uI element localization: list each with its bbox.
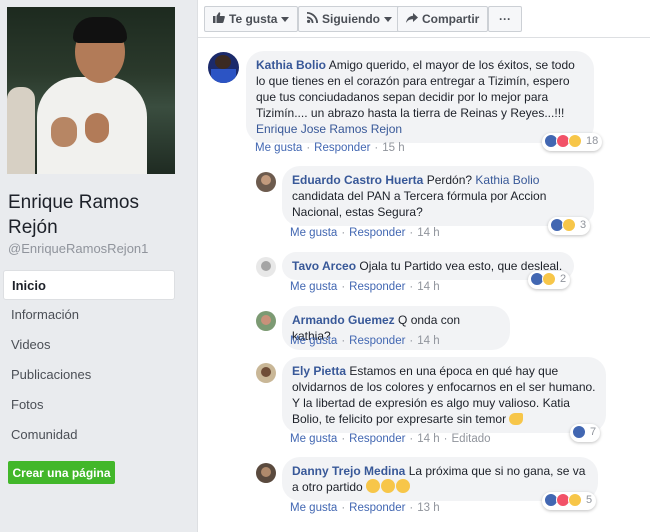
edited-label[interactable]: Editado (452, 433, 491, 445)
comment-like-link[interactable]: Me gusta (290, 502, 337, 514)
comment-timestamp[interactable]: 14 h (417, 433, 439, 445)
comment-like-link[interactable]: Me gusta (290, 227, 337, 239)
comment-bubble: Ely Pietta Estamos en una época en qué h… (282, 357, 606, 433)
comment-like-link[interactable]: Me gusta (290, 281, 337, 293)
profile-photo[interactable] (7, 7, 175, 174)
comment-reply-link[interactable]: Responder (349, 335, 405, 347)
photo-hand (51, 117, 77, 147)
reaction-count: 18 (586, 135, 599, 147)
laughing-emoji-icon (396, 479, 411, 493)
comment-actions: Me gusta · Responder · 14 h (290, 335, 440, 347)
haha-reaction-icon (562, 218, 576, 232)
reaction-count: 5 (586, 494, 593, 506)
like-page-label: Te gusta (229, 12, 278, 26)
avatar[interactable] (256, 363, 276, 383)
avatar[interactable] (256, 257, 276, 277)
avatar[interactable] (256, 311, 276, 331)
comment-bubble: Eduardo Castro Huerta Perdón? Kathia Bol… (282, 166, 594, 226)
comment-timestamp[interactable]: 14 h (417, 335, 439, 347)
comment-actions: Me gusta · Responder · 14 h · Editado (290, 433, 491, 445)
comment-reply-link[interactable]: Responder (349, 502, 405, 514)
comment-mention[interactable]: Kathia Bolio (475, 173, 539, 187)
laughing-emoji-icon (381, 479, 396, 493)
create-page-button[interactable]: Crear una página (8, 461, 115, 484)
reaction-count: 7 (590, 426, 597, 438)
nav-item-fotos[interactable]: Fotos (3, 390, 175, 420)
comment-actions: Me gusta · Responder · 14 h (290, 227, 440, 239)
haha-reaction-icon (542, 272, 556, 286)
nav-item-inicio[interactable]: Inicio (3, 270, 175, 300)
page-name[interactable]: Enrique Ramos Rejón (8, 190, 178, 240)
comment-timestamp[interactable]: 13 h (417, 502, 439, 514)
reaction-count: 3 (580, 219, 587, 231)
comment-timestamp[interactable]: 15 h (382, 142, 404, 154)
photo-hand (85, 113, 109, 143)
comment-timestamp[interactable]: 14 h (417, 281, 439, 293)
chevron-down-icon (281, 17, 290, 23)
share-button[interactable]: Compartir (397, 6, 489, 32)
comment-author[interactable]: Tavo Arceo (292, 259, 356, 273)
comment-like-link[interactable]: Me gusta (255, 142, 302, 154)
comment-reply-link[interactable]: Responder (349, 227, 405, 239)
nav-item-publicaciones[interactable]: Publicaciones (3, 360, 175, 390)
avatar[interactable] (256, 172, 276, 192)
left-column: Enrique Ramos Rejón @EnriqueRamosRejon1 … (0, 0, 185, 532)
reaction-count: 2 (560, 273, 567, 285)
comment-actions: Me gusta · Responder · 15 h (255, 142, 405, 154)
haha-reaction-icon (568, 493, 582, 507)
following-button[interactable]: Siguiendo (298, 6, 401, 32)
wow-reaction-icon (568, 134, 582, 148)
comment-text: Ojala tu Partido vea esto, que desleal. (359, 259, 563, 273)
nav-item-videos[interactable]: Videos (3, 330, 175, 360)
comment-timestamp[interactable]: 14 h (417, 227, 439, 239)
comment-reply-link[interactable]: Responder (349, 433, 405, 445)
share-label: Compartir (422, 12, 480, 26)
comment-like-link[interactable]: Me gusta (290, 433, 337, 445)
chevron-down-icon (384, 17, 392, 23)
comment-like-link[interactable]: Me gusta (290, 335, 337, 347)
reaction-summary[interactable]: 18 (542, 133, 603, 151)
flexed-biceps-emoji-icon (509, 413, 524, 425)
comment-author[interactable]: Eduardo Castro Huerta (292, 173, 423, 187)
comment-text: Perdón? (426, 173, 476, 187)
more-options-button[interactable]: ··· (488, 6, 522, 32)
nav-item-comunidad[interactable]: Comunidad (3, 420, 175, 450)
comment-reply-link[interactable]: Responder (349, 281, 405, 293)
reaction-summary[interactable]: 7 (570, 424, 601, 442)
reaction-summary[interactable]: 3 (548, 217, 591, 235)
comment-bubble: Kathia Bolio Amigo querido, el mayor de … (246, 51, 594, 143)
avatar[interactable] (256, 463, 276, 483)
share-icon (406, 7, 418, 31)
comment-author[interactable]: Armando Guemez (292, 313, 395, 327)
page-action-bar: Te gusta Siguiendo Compartir ··· (198, 0, 650, 38)
reaction-summary[interactable]: 5 (542, 492, 597, 510)
page-handle[interactable]: @EnriqueRamosRejon1 (8, 241, 148, 256)
following-label: Siguiendo (322, 12, 380, 26)
comment-actions: Me gusta · Responder · 14 h (290, 281, 440, 293)
rss-icon (307, 7, 318, 31)
comment-actions: Me gusta · Responder · 13 h (290, 502, 440, 514)
photo-background-person (7, 87, 35, 174)
like-page-button[interactable]: Te gusta (204, 6, 299, 32)
comment-mention[interactable]: Enrique Jose Ramos Rejon (256, 122, 402, 136)
comment-author[interactable]: Ely Pietta (292, 364, 346, 378)
comment-reply-link[interactable]: Responder (314, 142, 370, 154)
like-reaction-icon (572, 425, 586, 439)
laughing-emoji-icon (366, 479, 381, 493)
comment-author[interactable]: Kathia Bolio (256, 58, 326, 72)
comment-author[interactable]: Danny Trejo Medina (292, 464, 405, 478)
page-nav: Inicio Información Videos Publicaciones … (3, 270, 175, 450)
avatar[interactable] (208, 52, 239, 83)
reaction-summary[interactable]: 2 (528, 271, 571, 289)
photo-hair (73, 17, 127, 43)
comment-text: candidata del PAN a Tercera fórmula por … (292, 189, 547, 219)
nav-item-informacion[interactable]: Información (3, 300, 175, 330)
post-area: Te gusta Siguiendo Compartir ··· Kathia … (197, 0, 650, 532)
thumbs-up-icon (213, 7, 225, 31)
